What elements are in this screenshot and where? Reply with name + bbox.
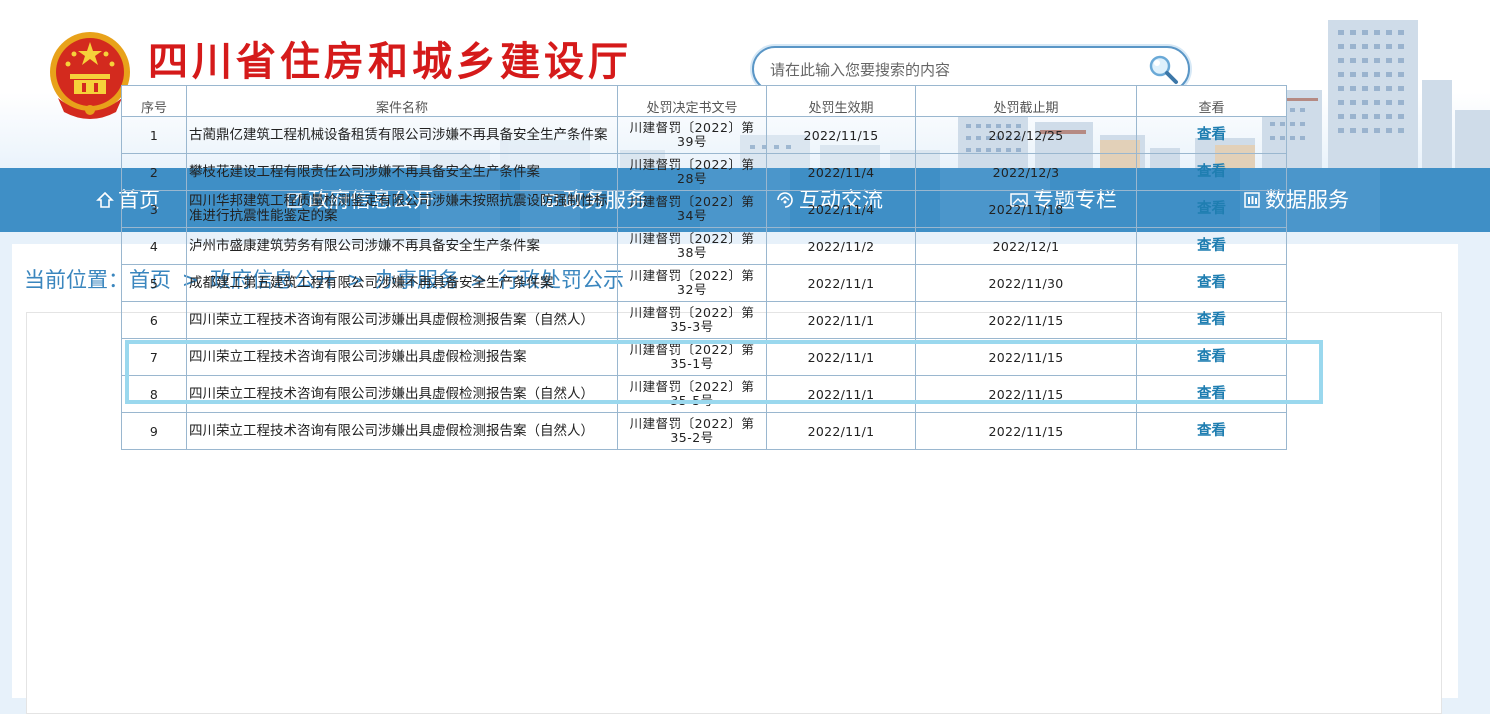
table-header-row: 序号 案件名称 处罚决定书文号 处罚生效期 处罚截止期 查看 [121, 85, 1287, 117]
column-header-start: 处罚生效期 [766, 85, 916, 117]
table-row: 1 古蔺鼎亿建筑工程机械设备租赁有限公司涉嫌不再具备安全生产条件案 川建督罚〔2… [121, 116, 1287, 154]
case-name: 古蔺鼎亿建筑工程机械设备租赁有限公司涉嫌不再具备安全生产条件案 [186, 116, 618, 154]
view-link[interactable]: 查看 [1197, 312, 1226, 328]
effective-date: 2022/11/15 [766, 116, 916, 154]
view-link[interactable]: 查看 [1197, 164, 1226, 180]
table-row: 2 攀枝花建设工程有限责任公司涉嫌不再具备安全生产条件案 川建督罚〔2022〕第… [121, 153, 1287, 191]
row-no: 6 [121, 301, 187, 339]
view-link[interactable]: 查看 [1197, 275, 1226, 291]
effective-date: 2022/11/1 [766, 264, 916, 302]
case-name: 四川荣立工程技术咨询有限公司涉嫌出具虚假检测报告案（自然人） [186, 301, 618, 339]
penalty-table: 序号 案件名称 处罚决定书文号 处罚生效期 处罚截止期 查看 1 古蔺鼎亿建筑工… [121, 85, 1287, 450]
row-no: 1 [121, 116, 187, 154]
end-date: 2022/11/15 [915, 301, 1137, 339]
decision-doc-no: 川建督罚〔2022〕第28号 [617, 153, 767, 191]
effective-date: 2022/11/1 [766, 301, 916, 339]
row-no: 3 [121, 190, 187, 228]
column-header-view: 查看 [1136, 85, 1287, 117]
end-date: 2022/12/3 [915, 153, 1137, 191]
end-date: 2022/11/18 [915, 190, 1137, 228]
case-name: 四川荣立工程技术咨询有限公司涉嫌出具虚假检测报告案 [186, 338, 618, 376]
row-no: 9 [121, 412, 187, 450]
row-no: 4 [121, 227, 187, 265]
view-link[interactable]: 查看 [1197, 423, 1226, 439]
effective-date: 2022/11/4 [766, 190, 916, 228]
column-header-no: 序号 [121, 85, 187, 117]
decision-doc-no: 川建督罚〔2022〕第38号 [617, 227, 767, 265]
effective-date: 2022/11/1 [766, 375, 916, 413]
case-name: 四川荣立工程技术咨询有限公司涉嫌出具虚假检测报告案（自然人） [186, 412, 618, 450]
decision-doc-no: 川建督罚〔2022〕第35-5号 [617, 375, 767, 413]
column-header-name: 案件名称 [186, 85, 618, 117]
search-icon[interactable] [1146, 52, 1180, 86]
case-name: 成都建工第五建筑工程有限公司涉嫌不再具备安全生产条件案 [186, 264, 618, 302]
end-date: 2022/11/15 [915, 338, 1137, 376]
table-row: 5 成都建工第五建筑工程有限公司涉嫌不再具备安全生产条件案 川建督罚〔2022〕… [121, 264, 1287, 302]
case-name: 攀枝花建设工程有限责任公司涉嫌不再具备安全生产条件案 [186, 153, 618, 191]
decision-doc-no: 川建督罚〔2022〕第35-1号 [617, 338, 767, 376]
view-link[interactable]: 查看 [1197, 238, 1226, 254]
table-row: 3 四川华邦建筑工程质量检测鉴定有限公司涉嫌未按照抗震设防强制性标准进行抗震性能… [121, 190, 1287, 228]
breadcrumb-prefix: 当前位置： [24, 268, 129, 292]
end-date: 2022/12/1 [915, 227, 1137, 265]
effective-date: 2022/11/4 [766, 153, 916, 191]
view-link[interactable]: 查看 [1197, 386, 1226, 402]
effective-date: 2022/11/1 [766, 412, 916, 450]
row-no: 2 [121, 153, 187, 191]
row-no: 8 [121, 375, 187, 413]
end-date: 2022/11/15 [915, 412, 1137, 450]
end-date: 2022/11/30 [915, 264, 1137, 302]
site-title: 四川省住房和城乡建设厅 [148, 38, 632, 85]
view-link[interactable]: 查看 [1197, 201, 1226, 217]
case-name: 四川华邦建筑工程质量检测鉴定有限公司涉嫌未按照抗震设防强制性标准进行抗震性能鉴定… [186, 190, 618, 228]
table-row: 4 泸州市盛康建筑劳务有限公司涉嫌不再具备安全生产条件案 川建督罚〔2022〕第… [121, 227, 1287, 265]
case-name: 泸州市盛康建筑劳务有限公司涉嫌不再具备安全生产条件案 [186, 227, 618, 265]
table-row: 7 四川荣立工程技术咨询有限公司涉嫌出具虚假检测报告案 川建督罚〔2022〕第3… [121, 338, 1287, 376]
view-link[interactable]: 查看 [1197, 349, 1226, 365]
search-input[interactable] [768, 56, 1142, 84]
view-link[interactable]: 查看 [1197, 127, 1226, 143]
table-row: 6 四川荣立工程技术咨询有限公司涉嫌出具虚假检测报告案（自然人） 川建督罚〔20… [121, 301, 1287, 339]
effective-date: 2022/11/1 [766, 338, 916, 376]
row-no: 5 [121, 264, 187, 302]
decision-doc-no: 川建督罚〔2022〕第39号 [617, 116, 767, 154]
end-date: 2022/12/25 [915, 116, 1137, 154]
column-header-end: 处罚截止期 [915, 85, 1137, 117]
decision-doc-no: 川建督罚〔2022〕第35-2号 [617, 412, 767, 450]
table-row: 9 四川荣立工程技术咨询有限公司涉嫌出具虚假检测报告案（自然人） 川建督罚〔20… [121, 412, 1287, 450]
row-no: 7 [121, 338, 187, 376]
decision-doc-no: 川建督罚〔2022〕第35-3号 [617, 301, 767, 339]
home-icon [96, 191, 114, 208]
decision-doc-no: 川建督罚〔2022〕第34号 [617, 190, 767, 228]
table-row: 8 四川荣立工程技术咨询有限公司涉嫌出具虚假检测报告案（自然人） 川建督罚〔20… [121, 375, 1287, 413]
column-header-doc: 处罚决定书文号 [617, 85, 767, 117]
end-date: 2022/11/15 [915, 375, 1137, 413]
decision-doc-no: 川建督罚〔2022〕第32号 [617, 264, 767, 302]
case-name: 四川荣立工程技术咨询有限公司涉嫌出具虚假检测报告案（自然人） [186, 375, 618, 413]
effective-date: 2022/11/2 [766, 227, 916, 265]
